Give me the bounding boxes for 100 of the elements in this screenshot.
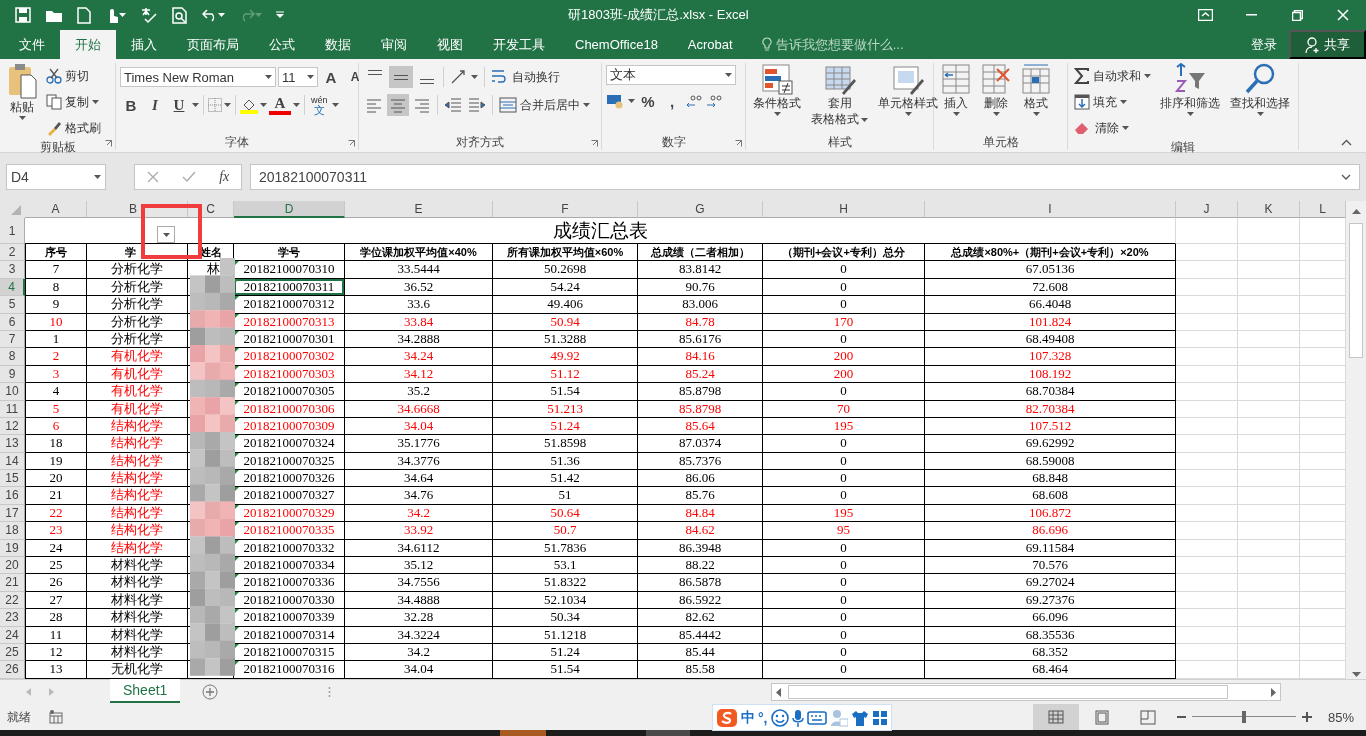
- delete-button[interactable]: 删除: [978, 63, 1014, 134]
- row-header[interactable]: 10: [0, 383, 25, 401]
- number-format-field[interactable]: 文本: [606, 65, 736, 85]
- wrap-text-button[interactable]: 自动换行: [489, 66, 562, 88]
- row-header[interactable]: 20: [0, 557, 25, 575]
- zoom-in-icon[interactable]: [1301, 712, 1312, 722]
- format-painter-button[interactable]: 格式刷: [44, 117, 103, 139]
- column-header[interactable]: H: [763, 201, 925, 218]
- column-header[interactable]: J: [1176, 201, 1238, 218]
- ribbon-tab[interactable]: 页面布局: [172, 30, 254, 59]
- clear-button[interactable]: 清除: [1072, 117, 1153, 139]
- formula-field[interactable]: 20182100070311: [250, 164, 1360, 190]
- share-button[interactable]: 共享: [1289, 30, 1366, 59]
- ribbon-tab[interactable]: 视图: [422, 30, 478, 59]
- macro-record-icon[interactable]: [49, 710, 63, 724]
- row-header[interactable]: 5: [0, 296, 25, 314]
- conditional-formatting-button[interactable]: 条件格式: [750, 63, 804, 134]
- increase-decimal-icon[interactable]: [685, 93, 703, 109]
- row-header[interactable]: 3: [0, 261, 25, 279]
- keyboard-icon[interactable]: [806, 710, 827, 725]
- font-name-field[interactable]: Times New Roman: [120, 67, 276, 87]
- paste-button[interactable]: 粘贴: [4, 63, 40, 139]
- zoom-level[interactable]: 85%: [1317, 709, 1366, 725]
- smiley-icon[interactable]: [770, 708, 789, 727]
- format-button[interactable]: 格式: [1018, 63, 1054, 134]
- vertical-scrollbar[interactable]: [1346, 201, 1366, 679]
- column-header[interactable]: F: [493, 201, 638, 218]
- format-as-table-button[interactable]: 套用 表格格式: [808, 63, 871, 134]
- name-box[interactable]: D4: [6, 164, 106, 190]
- row-header[interactable]: 23: [0, 609, 25, 627]
- find-select-button[interactable]: 查找和选择: [1227, 63, 1293, 139]
- ribbon-tab[interactable]: 审阅: [366, 30, 422, 59]
- row-header[interactable]: 26: [0, 661, 25, 679]
- punctuation-button[interactable]: °,: [758, 709, 768, 726]
- scroll-up-icon[interactable]: [1351, 209, 1361, 214]
- column-header[interactable]: A: [25, 201, 87, 218]
- font-color-button[interactable]: A: [269, 95, 291, 115]
- filter-dropdown-button[interactable]: [157, 226, 175, 243]
- shirt-icon[interactable]: [850, 709, 869, 726]
- ribbon-tab[interactable]: ChemOffice18: [560, 30, 673, 59]
- scroll-left-icon[interactable]: [776, 687, 782, 697]
- insert-function-button[interactable]: fx: [219, 169, 230, 185]
- tell-me-field[interactable]: 告诉我您想要做什么...: [747, 30, 904, 59]
- copy-button[interactable]: 复制: [44, 91, 103, 113]
- ribbon-tab[interactable]: 公式: [254, 30, 310, 59]
- sign-in-link[interactable]: 登录: [1239, 30, 1289, 59]
- underline-button[interactable]: U: [168, 94, 190, 116]
- shrink-font-button[interactable]: A: [344, 66, 366, 88]
- insert-button[interactable]: 插入: [938, 63, 974, 134]
- row-header[interactable]: 21: [0, 574, 25, 592]
- column-header[interactable]: E: [345, 201, 493, 218]
- fill-button[interactable]: 填充: [1072, 91, 1153, 113]
- ribbon-tab[interactable]: 插入: [116, 30, 172, 59]
- column-header[interactable]: K: [1238, 201, 1300, 218]
- ime-logo-icon[interactable]: [716, 707, 738, 728]
- column-header[interactable]: G: [638, 201, 763, 218]
- horizontal-scrollbar[interactable]: [771, 683, 1282, 701]
- ribbon-tab[interactable]: 开始: [60, 30, 116, 59]
- row-header[interactable]: 2: [0, 244, 25, 262]
- scroll-thumb[interactable]: [788, 685, 1229, 699]
- row-header[interactable]: 18: [0, 522, 25, 540]
- collapse-ribbon-icon[interactable]: [1341, 139, 1352, 146]
- row-header[interactable]: 1: [0, 218, 25, 244]
- column-header[interactable]: I: [925, 201, 1176, 218]
- cell-styles-button[interactable]: 单元格样式: [875, 63, 941, 134]
- ribbon-tab[interactable]: 数据: [310, 30, 366, 59]
- decrease-decimal-icon[interactable]: [705, 93, 723, 109]
- autosum-button[interactable]: 自动求和: [1072, 65, 1153, 87]
- row-header[interactable]: 13: [0, 435, 25, 453]
- row-header[interactable]: 16: [0, 487, 25, 505]
- percent-button[interactable]: %: [637, 90, 659, 112]
- scroll-down-icon[interactable]: [1351, 672, 1361, 677]
- expand-icon[interactable]: [1341, 174, 1351, 180]
- microphone-icon[interactable]: [791, 708, 804, 727]
- sheet-tab[interactable]: Sheet1: [110, 679, 181, 703]
- zoom-out-icon[interactable]: [1176, 715, 1186, 719]
- comma-button[interactable]: ,: [661, 90, 683, 112]
- scroll-right-icon[interactable]: [1271, 687, 1277, 697]
- ribbon-tab[interactable]: 文件: [4, 30, 60, 59]
- cut-button[interactable]: 剪切: [44, 65, 103, 87]
- row-header[interactable]: 8: [0, 348, 25, 366]
- font-size-field[interactable]: 11: [278, 67, 318, 87]
- input-mode-button[interactable]: 中: [741, 708, 755, 727]
- italic-button[interactable]: I: [144, 94, 166, 116]
- row-header[interactable]: 15: [0, 470, 25, 488]
- scroll-thumb[interactable]: [1349, 223, 1363, 358]
- merge-center-button[interactable]: 合并后居中: [497, 94, 592, 116]
- column-header[interactable]: D: [234, 201, 345, 218]
- sort-filter-button[interactable]: 排序和筛选: [1157, 63, 1223, 139]
- add-sheet-button[interactable]: [202, 684, 219, 700]
- bold-button[interactable]: B: [120, 94, 142, 116]
- normal-view-button[interactable]: [1032, 704, 1079, 730]
- grid-apps-icon[interactable]: [871, 709, 888, 726]
- slider-thumb[interactable]: [1241, 711, 1246, 723]
- grow-font-button[interactable]: A: [320, 66, 342, 88]
- ribbon-tab[interactable]: 开发工具: [478, 30, 560, 59]
- column-header[interactable]: L: [1300, 201, 1346, 218]
- middle-align-button[interactable]: [389, 66, 413, 88]
- ribbon-tab[interactable]: Acrobat: [672, 30, 748, 59]
- phonetic-guide-button[interactable]: wén 文: [309, 95, 330, 115]
